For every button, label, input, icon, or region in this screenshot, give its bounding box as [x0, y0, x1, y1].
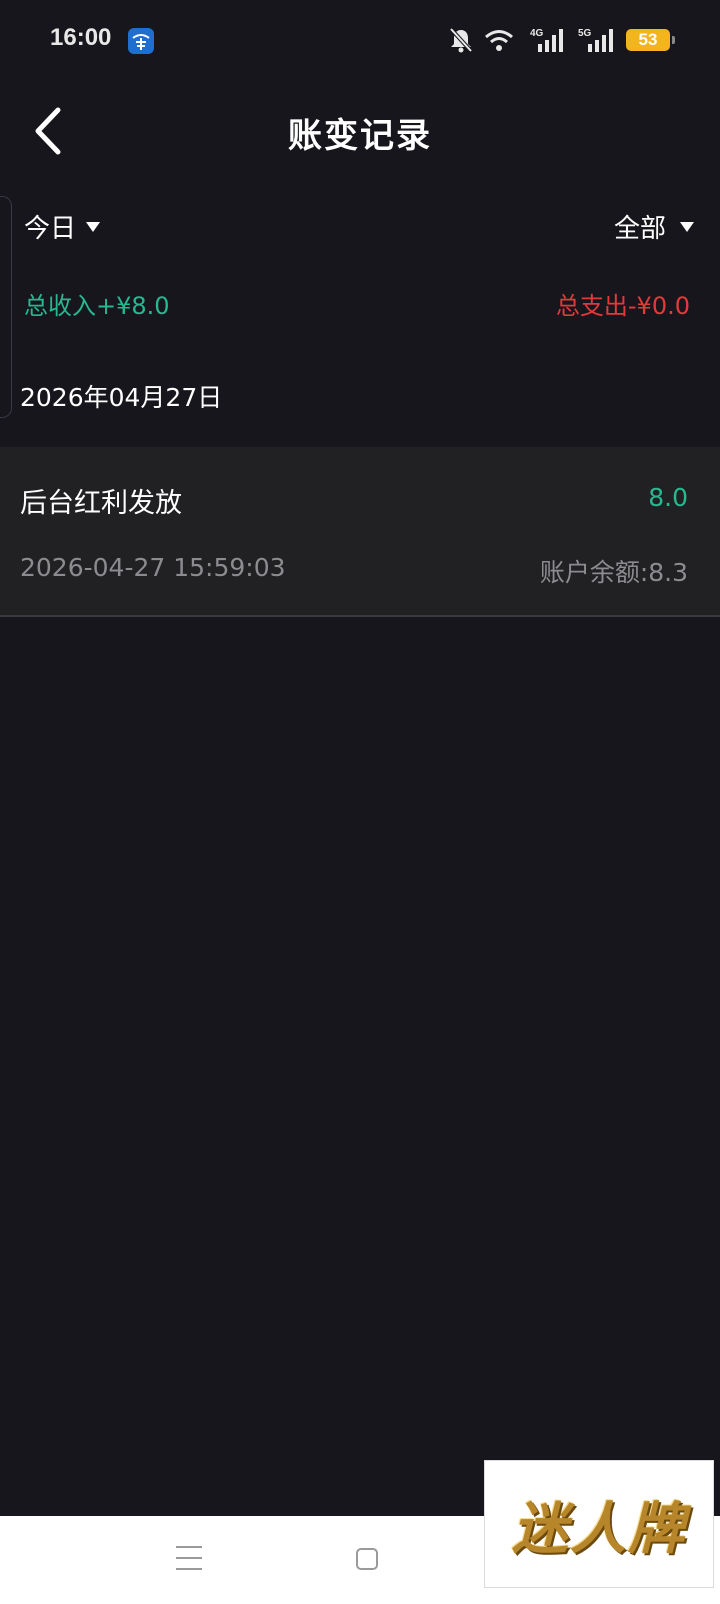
record-amount: 8.0: [648, 483, 688, 512]
category-filter-dropdown[interactable]: 全部: [614, 208, 694, 245]
total-income: 总收入+¥8.0: [24, 292, 170, 320]
bell-muted-icon: [448, 26, 474, 54]
watermark-logo: 迷人牌: [484, 1460, 714, 1588]
status-icons: 4G 5G 53: [448, 22, 675, 58]
total-expense: 总支出-¥0.0: [555, 292, 690, 320]
nav-header: 账变记录: [0, 90, 720, 170]
svg-text:4G: 4G: [530, 28, 544, 39]
recent-apps-button[interactable]: [176, 1546, 202, 1572]
watermark-text: 迷人牌: [512, 1496, 686, 1562]
wifi-icon: [484, 28, 514, 52]
record-balance: 账户余额:8.3: [539, 558, 688, 587]
app-notification-icon: [128, 28, 154, 54]
period-filter-dropdown[interactable]: 今日: [24, 208, 101, 245]
period-filter-label: 今日: [24, 214, 77, 244]
home-button[interactable]: [356, 1548, 378, 1570]
summary-row: 总收入+¥8.0 总支出-¥0.0: [0, 282, 720, 326]
date-group-heading: 2026年04月27日: [20, 383, 223, 412]
category-filter-label: 全部: [613, 214, 666, 244]
record-timestamp: 2026-04-27 15:59:03: [20, 553, 286, 582]
page-title: 账变记录: [288, 116, 432, 156]
caret-down-icon: [86, 221, 101, 232]
status-time: 16:00: [50, 24, 112, 51]
caret-down-icon: [680, 221, 694, 232]
record-title: 后台红利发放: [20, 488, 182, 519]
battery-icon: 53: [626, 29, 675, 51]
list-item[interactable]: 后台红利发放 8.0 2026-04-27 15:59:03 账户余额:8.3: [0, 447, 720, 617]
filter-row: 今日 全部: [0, 198, 720, 254]
status-bar: 16:00 4G 5G 53: [0, 0, 720, 82]
signal-5g-icon: 5G: [576, 26, 616, 54]
signal-4g-icon: 4G: [524, 26, 566, 54]
svg-text:5G: 5G: [578, 28, 592, 39]
battery-level: 53: [638, 30, 658, 49]
